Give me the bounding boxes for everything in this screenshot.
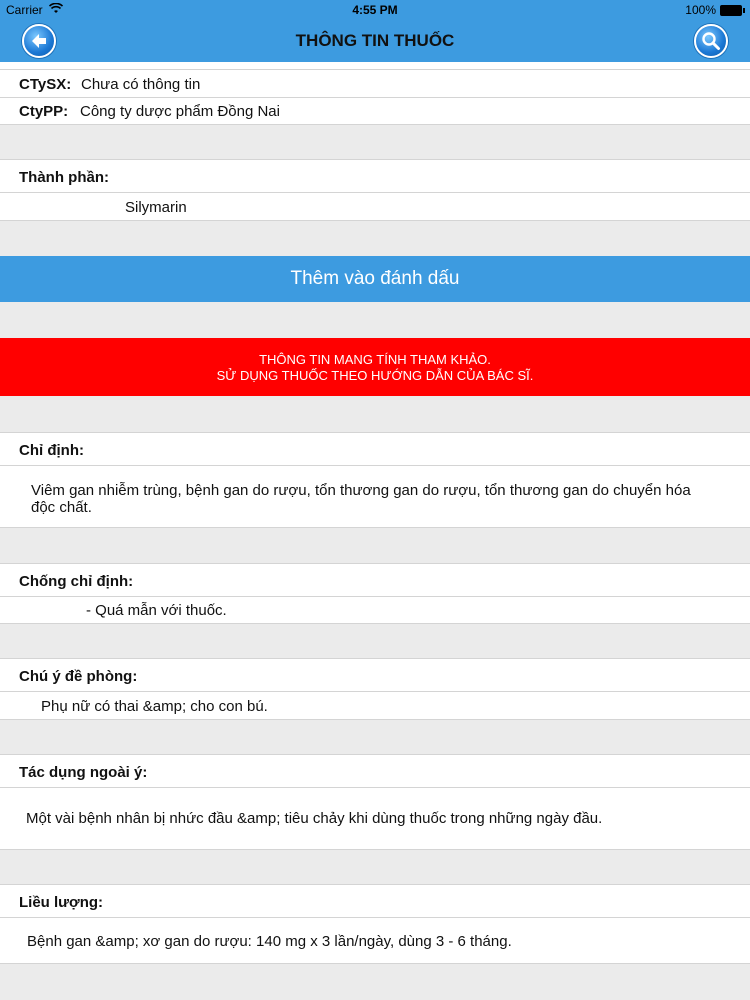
contraindication-header: Chống chỉ định: [0,563,750,597]
battery-percent: 100% [685,3,716,17]
add-bookmark-button[interactable]: Thêm vào đánh dấu [0,256,750,302]
page-title: THÔNG TIN THUỐC [295,31,455,50]
dosage-label: Liều lượng: [19,894,104,911]
manufacturer-label: CTySX: [19,76,72,93]
partial-row [0,62,750,70]
manufacturer-value: Chưa có thông tin [81,76,201,93]
side-effects-header: Tác dụng ngoài ý: [0,754,750,788]
status-bar: Carrier 4:55 PM 100% [0,0,750,20]
distributor-value: Công ty dược phẩm Đồng Nai [80,103,280,120]
dosage-header: Liều lượng: [0,884,750,918]
side-effects-text: Một vài bệnh nhân bị nhức đầu &amp; tiêu… [26,810,603,827]
dosage-text: Bệnh gan &amp; xơ gan do rượu: 140 mg x … [27,933,512,950]
clock: 4:55 PM [352,3,398,17]
navigation-bar: THÔNG TIN THUỐC [0,20,750,62]
indication-label: Chỉ định: [19,442,84,459]
contraindication-label: Chống chỉ định: [19,573,134,590]
dosage-row: Bệnh gan &amp; xơ gan do rượu: 140 mg x … [0,918,750,964]
warning-line-2: SỬ DỤNG THUỐC THEO HƯỚNG DẪN CỦA BÁC SĨ. [216,368,534,383]
content-scroll[interactable]: CTySX: Chưa có thông tin CtyPP: Công ty … [0,62,750,1000]
precaution-header: Chú ý đề phòng: [0,658,750,692]
ingredients-label: Thành phần: [19,169,109,186]
side-effects-label: Tác dụng ngoài ý: [19,764,148,781]
precaution-text: Phụ nữ có thai &amp; cho con bú. [41,698,268,715]
distributor-label: CtyPP: [19,103,69,120]
precaution-label: Chú ý đề phòng: [19,668,138,685]
ingredients-value: Silymarin [125,199,187,216]
warning-banner: THÔNG TIN MANG TÍNH THAM KHẢO. SỬ DỤNG T… [0,338,750,396]
search-button[interactable] [694,24,728,58]
ingredients-header: Thành phần: [0,159,750,193]
precaution-row: Phụ nữ có thai &amp; cho con bú. [0,692,750,720]
indication-row: Viêm gan nhiễm trùng, bệnh gan do rượu, … [0,466,750,528]
indication-text-1: Viêm gan nhiễm trùng, bệnh gan do rượu, … [31,482,691,499]
search-icon [702,32,720,50]
warning-line-1: THÔNG TIN MANG TÍNH THAM KHẢO. [259,352,491,367]
contraindication-row: - Quá mẫn với thuốc. [0,597,750,624]
manufacturer-row: CTySX: Chưa có thông tin [0,70,750,98]
battery-icon [720,5,745,16]
indication-header: Chỉ định: [0,432,750,466]
contraindication-text: - Quá mẫn với thuốc. [86,602,227,619]
side-effects-row: Một vài bệnh nhân bị nhức đầu &amp; tiêu… [0,788,750,850]
distributor-row: CtyPP: Công ty dược phẩm Đồng Nai [0,98,750,125]
ingredients-row: Silymarin [0,193,750,221]
indication-text-2: độc chất. [31,499,92,516]
